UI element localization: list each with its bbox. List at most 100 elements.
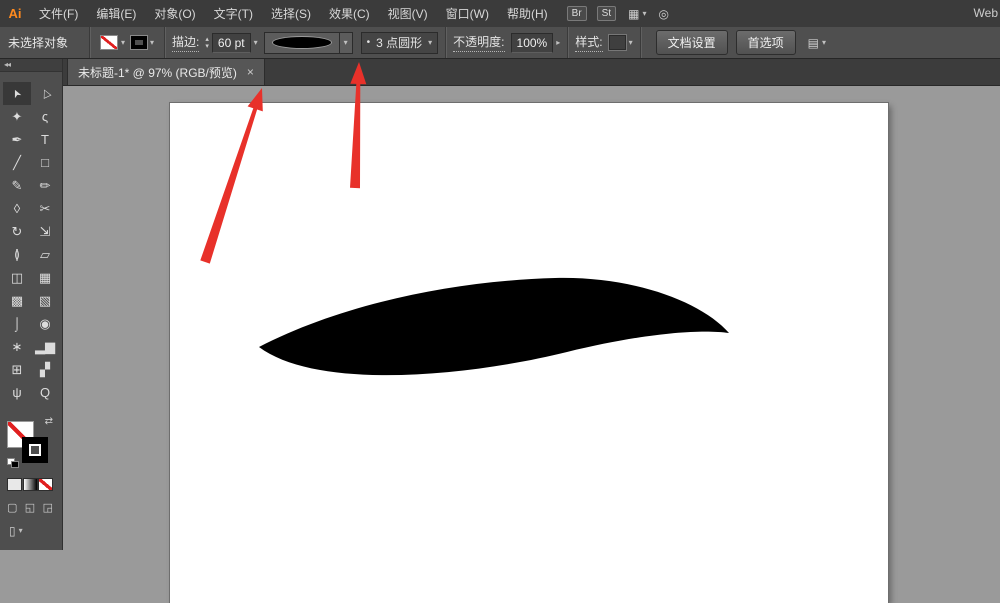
arrange-documents-button[interactable]: ▦ ▾ [628, 7, 646, 21]
separator [445, 27, 446, 58]
type-tool[interactable]: T [31, 128, 59, 151]
fill-stroke-control: ⇄ [7, 418, 53, 466]
gradient-tool[interactable]: ▧ [31, 289, 59, 312]
document-tab-bar: 未标题-1* @ 97% (RGB/预览) × [62, 58, 1000, 86]
menu-object[interactable]: 对象(O) [145, 0, 204, 27]
menu-help[interactable]: 帮助(H) [498, 0, 557, 27]
none-button[interactable] [38, 478, 53, 491]
tools-grid: ➤ ▷ ✦ ς ✒ T ╱ □ ✎ ✏ ◊ ✂ ↻ ⇲ ≬ ▱ ◫ ▦ ▩ ▧ … [3, 82, 59, 404]
eraser-tool[interactable]: ◊ [3, 197, 31, 220]
chevron-down-icon[interactable]: ▾ [254, 39, 258, 47]
preferences-button[interactable]: 首选项 [736, 30, 796, 55]
screen-mode-icon: ▯ [9, 524, 16, 538]
gradient-button[interactable] [23, 478, 38, 491]
stock-button[interactable]: St [597, 6, 616, 21]
swap-fill-stroke-icon[interactable]: ⇄ [45, 416, 53, 427]
width-profile-ellipse-icon [273, 37, 331, 48]
line-segment-tool[interactable]: ╱ [3, 151, 31, 174]
chevron-right-icon[interactable]: ▸ [556, 39, 560, 47]
stroke-swatch-hole [29, 444, 41, 456]
scissors-tool[interactable]: ✂ [31, 197, 59, 220]
fill-none-swatch-icon [100, 35, 118, 50]
screen-mode-button[interactable]: ▯ ▾ [9, 524, 62, 538]
magic-wand-tool[interactable]: ✦ [3, 105, 31, 128]
rotate-tool[interactable]: ↻ [3, 220, 31, 243]
hand-tool[interactable]: ψ [3, 381, 31, 404]
draw-normal-icon[interactable]: ▢ [7, 501, 17, 514]
lasso-tool[interactable]: ς [31, 105, 59, 128]
share-button[interactable]: ◎ [658, 7, 668, 21]
control-panel-menu-button[interactable]: ▤ ▾ [808, 36, 826, 50]
stroke-weight-input[interactable]: 60 pt [212, 33, 251, 53]
fill-color-dropdown[interactable]: ▾ [97, 35, 128, 50]
stroke-swatch[interactable] [22, 437, 48, 463]
style-panel-link[interactable]: 样式: [575, 33, 602, 52]
menu-select[interactable]: 选择(S) [262, 0, 320, 27]
chevron-down-icon: ▾ [428, 39, 432, 47]
style-swatch[interactable] [609, 35, 626, 50]
stroke-swatch-icon [131, 36, 147, 49]
spinner-down-icon: ▾ [205, 43, 209, 50]
chevron-down-icon[interactable]: ▾ [629, 39, 633, 47]
width-tool[interactable]: ≬ [3, 243, 31, 266]
document-setup-button[interactable]: 文档设置 [656, 30, 728, 55]
color-button[interactable] [7, 478, 22, 491]
stroke-panel-link[interactable]: 描边: [172, 33, 199, 52]
menu-view[interactable]: 视图(V) [379, 0, 437, 27]
collapse-icon: ◂◂ [4, 60, 10, 69]
direct-selection-tool[interactable]: ▷ [31, 82, 59, 105]
width-profile-dropdown[interactable]: ▾ [264, 32, 353, 54]
menu-window[interactable]: 窗口(W) [437, 0, 498, 27]
brush-definition-dropdown[interactable]: • 3 点圆形 ▾ [361, 32, 439, 54]
separator [640, 27, 641, 58]
draw-behind-icon[interactable]: ◱ [25, 501, 35, 514]
draw-inside-icon[interactable]: ◲ [43, 501, 53, 514]
symbol-sprayer-tool[interactable]: ∗ [3, 335, 31, 358]
pencil-tool[interactable]: ✏ [31, 174, 59, 197]
selection-tool[interactable]: ➤ [3, 82, 31, 105]
artboard[interactable] [170, 103, 888, 603]
stroke-weight-stepper[interactable]: ▴ ▾ [205, 36, 209, 50]
app-logo: Ai [0, 6, 30, 21]
width-profile-chevron[interactable]: ▾ [339, 33, 352, 53]
menu-file[interactable]: 文件(F) [30, 0, 87, 27]
share-icon: ◎ [658, 7, 668, 21]
document-tab-title: 未标题-1* @ 97% (RGB/预览) [78, 64, 237, 81]
free-transform-tool[interactable]: ▱ [31, 243, 59, 266]
width-profile-preview [265, 33, 339, 53]
opacity-input[interactable]: 100% [511, 33, 554, 53]
chevron-down-icon: ▾ [344, 39, 348, 47]
bridge-button[interactable]: Br [567, 6, 587, 21]
selection-status-label: 未选择对象 [0, 34, 82, 51]
opacity-panel-link[interactable]: 不透明度: [453, 33, 504, 52]
menu-effect[interactable]: 效果(C) [320, 0, 379, 27]
menu-edit[interactable]: 编辑(E) [87, 0, 145, 27]
column-graph-tool[interactable]: ▂▆ [31, 335, 59, 358]
slice-tool[interactable]: ▞ [31, 358, 59, 381]
menu-type[interactable]: 文字(T) [205, 0, 262, 27]
close-icon[interactable]: × [247, 66, 254, 78]
workspace-label[interactable]: Web [974, 6, 998, 20]
separator [164, 27, 165, 58]
arrange-grid-icon: ▦ [628, 7, 639, 21]
default-fill-stroke-icon[interactable] [7, 458, 18, 467]
paintbrush-tool[interactable]: ✎ [3, 174, 31, 197]
shape-builder-tool[interactable]: ◫ [3, 266, 31, 289]
scale-tool[interactable]: ⇲ [31, 220, 59, 243]
perspective-grid-tool[interactable]: ▦ [31, 266, 59, 289]
stroke-color-dropdown[interactable]: ▾ [128, 36, 157, 49]
tools-panel-header[interactable]: ◂◂ [0, 58, 62, 72]
mesh-tool[interactable]: ▩ [3, 289, 31, 312]
chevron-down-icon: ▾ [19, 527, 23, 535]
blend-tool[interactable]: ◉ [31, 312, 59, 335]
artboard-tool[interactable]: ⊞ [3, 358, 31, 381]
canvas-area[interactable] [62, 85, 1000, 550]
rectangle-tool[interactable]: □ [31, 151, 59, 174]
pen-tool[interactable]: ✒ [3, 128, 31, 151]
spinner-up-icon: ▴ [205, 36, 209, 43]
zoom-tool[interactable]: Q [31, 381, 59, 404]
eyedropper-tool[interactable]: ⌡ [3, 312, 31, 335]
chevron-down-icon: ▾ [642, 10, 646, 18]
document-tab[interactable]: 未标题-1* @ 97% (RGB/预览) × [67, 58, 265, 85]
panel-menu-icon: ▤ [808, 36, 819, 50]
